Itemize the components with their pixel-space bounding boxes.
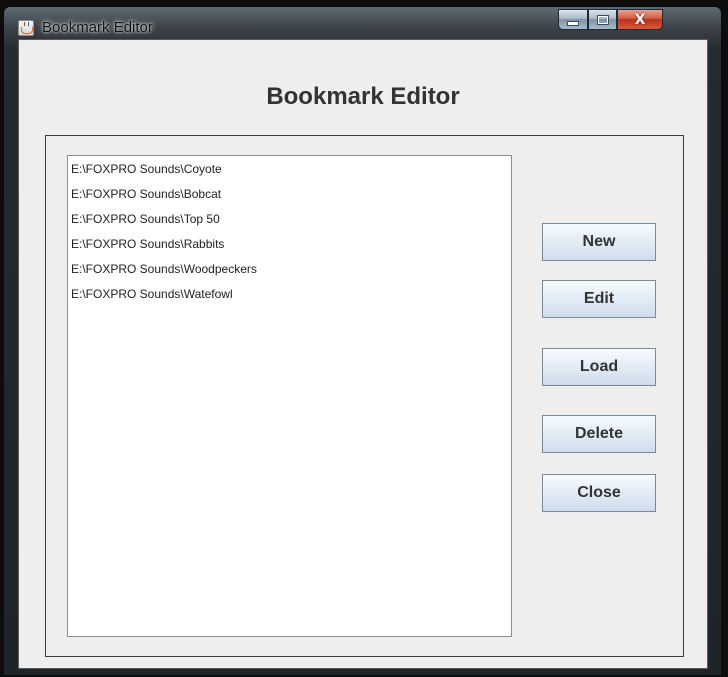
list-item[interactable]: E:\FOXPRO Sounds\Woodpeckers: [68, 260, 511, 285]
list-item[interactable]: E:\FOXPRO Sounds\Watefowl: [68, 285, 511, 310]
edit-button[interactable]: Edit: [542, 280, 656, 318]
dialog-content: Bookmark Editor E:\FOXPRO Sounds\Coyote …: [18, 39, 708, 669]
bookmark-panel: E:\FOXPRO Sounds\Coyote E:\FOXPRO Sounds…: [45, 135, 684, 657]
close-button[interactable]: Close: [542, 474, 656, 512]
list-item[interactable]: E:\FOXPRO Sounds\Bobcat: [68, 185, 511, 210]
window-close-button[interactable]: X: [617, 9, 663, 30]
maximize-button[interactable]: [588, 9, 617, 30]
delete-button[interactable]: Delete: [542, 415, 656, 453]
minimize-button[interactable]: [558, 9, 588, 30]
new-button[interactable]: New: [542, 223, 656, 261]
load-button[interactable]: Load: [542, 348, 656, 386]
list-item[interactable]: E:\FOXPRO Sounds\Rabbits: [68, 235, 511, 260]
page-title: Bookmark Editor: [266, 83, 460, 110]
list-item[interactable]: E:\FOXPRO Sounds\Coyote: [68, 160, 511, 185]
close-icon: X: [634, 11, 646, 28]
java-app-icon: [18, 20, 34, 36]
list-item[interactable]: E:\FOXPRO Sounds\Top 50: [68, 210, 511, 235]
window-title: Bookmark Editor: [42, 19, 153, 36]
app-window: Bookmark Editor X Bookmark Editor E:\FOX…: [3, 6, 722, 676]
maximize-icon: [596, 14, 609, 25]
minimize-icon: [567, 21, 579, 26]
bookmark-list[interactable]: E:\FOXPRO Sounds\Coyote E:\FOXPRO Sounds…: [67, 155, 512, 637]
